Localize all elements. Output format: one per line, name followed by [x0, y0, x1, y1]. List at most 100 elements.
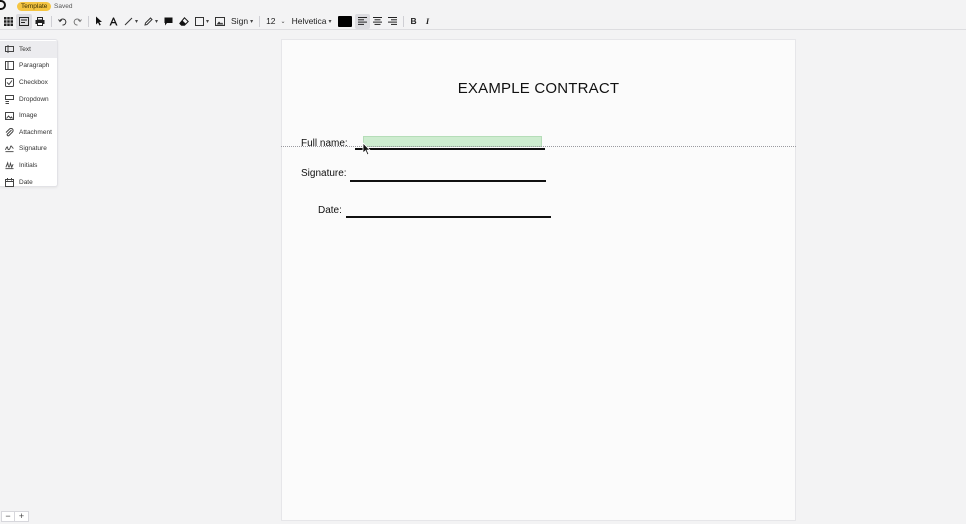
field-item-label: Checkbox	[19, 78, 48, 86]
image-icon	[5, 111, 14, 120]
shape-tool-button[interactable]: ▾	[192, 14, 212, 29]
signature-label: Signature:	[301, 168, 347, 179]
signature-line	[350, 180, 546, 182]
field-item-label: Paragraph	[19, 62, 50, 70]
text-tool-icon	[109, 17, 118, 25]
sign-menu-button[interactable]: Sign ▾	[228, 14, 256, 29]
font-size-select[interactable]: 12 ⌄	[263, 14, 289, 29]
undo-button[interactable]	[55, 14, 70, 29]
grid-view-button[interactable]	[1, 14, 16, 29]
chevron-down-icon: ▾	[206, 18, 210, 25]
form-icon	[19, 16, 29, 26]
field-item-paragraph[interactable]: Paragraph	[0, 58, 57, 75]
eraser-tool-button[interactable]	[176, 14, 192, 29]
select-tool-button[interactable]	[92, 14, 106, 29]
form-fields-button[interactable]	[16, 13, 32, 29]
italic-button[interactable]: I	[421, 14, 435, 29]
line-tool-button[interactable]: ▾	[121, 14, 141, 29]
font-size-value: 12	[266, 16, 276, 26]
bold-label: B	[410, 16, 417, 26]
field-item-label: Initials	[19, 161, 38, 169]
chevron-down-icon: ▾	[135, 18, 139, 25]
field-panel: Text Paragraph Checkbox Dropdown Image A…	[0, 39, 58, 187]
paragraph-icon	[5, 61, 14, 71]
zoom-in-button[interactable]: +	[15, 511, 29, 522]
field-item-attachment[interactable]: Attachment	[0, 124, 57, 141]
full-name-line	[355, 148, 545, 150]
color-swatch	[337, 15, 352, 27]
alignment-guide	[281, 146, 796, 147]
printer-icon	[35, 16, 45, 26]
redo-icon	[73, 18, 82, 25]
comment-tool-button[interactable]	[161, 14, 176, 29]
sign-label: Sign	[231, 16, 249, 26]
image-tool-button[interactable]	[212, 14, 228, 29]
calendar-icon	[5, 177, 14, 187]
field-item-label: Text	[19, 45, 31, 53]
dropdown-icon	[5, 94, 14, 104]
pointer-icon	[96, 16, 102, 26]
undo-icon	[58, 18, 67, 25]
redo-button[interactable]	[70, 14, 85, 29]
app-logo-icon	[0, 0, 6, 10]
template-badge: Template	[17, 2, 52, 11]
editor-toolbar: ▾ ▾ ▾ Sign ▾ 12 ⌄ Helvetica ▾ B I	[0, 13, 966, 30]
zoom-controls: − +	[1, 511, 29, 522]
chevron-down-icon: ⌄	[280, 18, 286, 25]
line-icon	[124, 17, 133, 25]
paperclip-icon	[5, 127, 14, 137]
field-item-label: Date	[19, 178, 33, 186]
field-item-text[interactable]: Text	[0, 41, 57, 58]
signature-icon	[5, 144, 14, 153]
align-center-icon	[372, 17, 382, 25]
zoom-out-button[interactable]: −	[1, 511, 15, 522]
full-name-label: Full name:	[301, 138, 348, 149]
comment-icon	[164, 17, 173, 25]
italic-label: I	[425, 16, 430, 26]
mouse-cursor-icon	[362, 142, 371, 156]
align-right-icon	[387, 17, 397, 25]
text-tool-button[interactable]	[106, 14, 121, 29]
top-status-bar: Template Saved	[0, 0, 966, 12]
field-item-dropdown[interactable]: Dropdown	[0, 91, 57, 108]
document-page[interactable]: EXAMPLE CONTRACT Full name: Signature: D…	[281, 39, 796, 521]
initials-icon	[5, 161, 14, 170]
pen-icon	[144, 16, 153, 26]
align-right-button[interactable]	[385, 14, 400, 29]
field-item-checkbox[interactable]: Checkbox	[0, 74, 57, 91]
print-button[interactable]	[32, 14, 48, 29]
rectangle-icon	[195, 16, 205, 26]
date-label: Date:	[318, 205, 342, 216]
document-title: EXAMPLE CONTRACT	[457, 80, 620, 97]
text-color-picker[interactable]	[335, 14, 355, 29]
save-status: Saved	[54, 3, 73, 10]
field-item-label: Attachment	[19, 128, 52, 136]
chevron-down-icon: ▾	[250, 18, 254, 25]
grid-icon	[4, 16, 13, 26]
chevron-down-icon: ▾	[155, 18, 159, 25]
field-item-initials[interactable]: Initials	[0, 157, 57, 174]
draw-tool-button[interactable]: ▾	[141, 14, 161, 29]
field-item-signature[interactable]: Signature	[0, 141, 57, 158]
date-line	[346, 216, 551, 218]
align-left-icon	[357, 17, 367, 25]
toolbar-divider	[88, 15, 89, 27]
font-family-select[interactable]: Helvetica ▾	[289, 14, 335, 29]
eraser-icon	[179, 16, 189, 26]
toolbar-divider	[259, 15, 261, 27]
align-left-button[interactable]	[354, 13, 370, 29]
text-field-icon	[5, 45, 14, 54]
font-family-value: Helvetica	[291, 16, 327, 26]
field-item-label: Signature	[19, 145, 47, 153]
toolbar-divider	[402, 15, 404, 27]
field-item-date[interactable]: Date	[0, 174, 57, 191]
image-icon	[215, 16, 226, 26]
field-item-image[interactable]: Image	[0, 107, 57, 124]
bold-button[interactable]: B	[407, 14, 421, 29]
field-item-label: Dropdown	[19, 95, 49, 103]
toolbar-divider	[51, 15, 52, 27]
chevron-down-icon: ▾	[328, 18, 332, 25]
align-center-button[interactable]	[370, 14, 385, 29]
checkbox-icon	[5, 77, 14, 87]
field-item-label: Image	[19, 112, 38, 120]
